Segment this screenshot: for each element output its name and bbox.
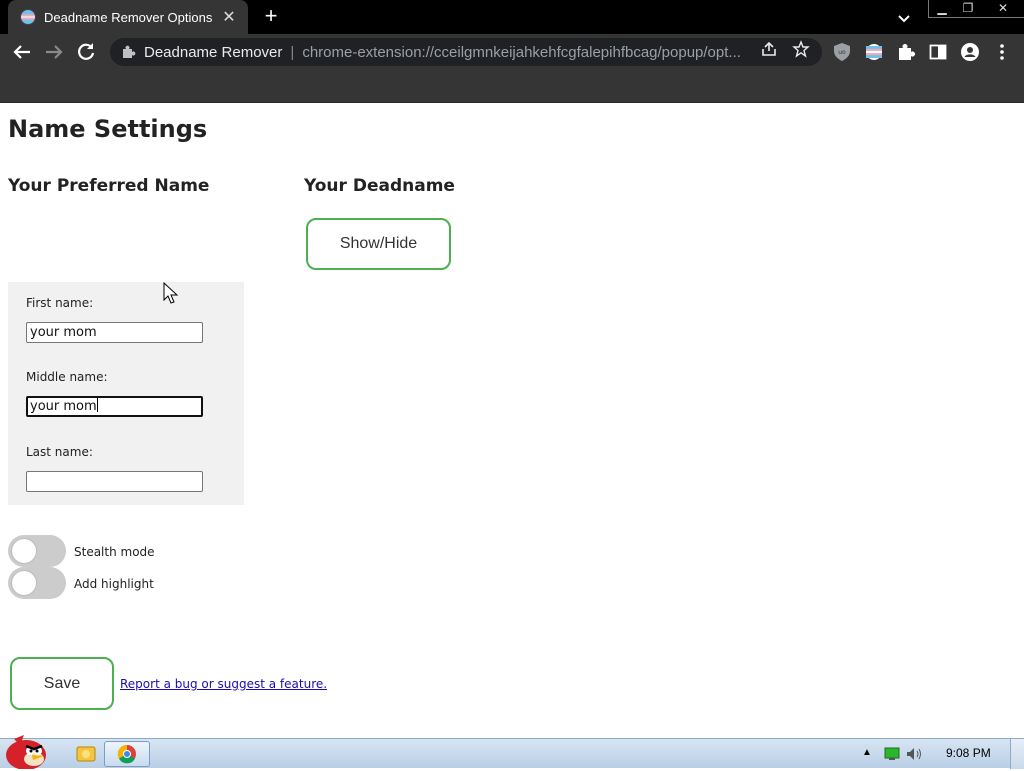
tray-expand-icon[interactable]: ▲: [862, 747, 872, 758]
bookmarks-bar: [0, 70, 1024, 103]
volume-icon[interactable]: [906, 747, 924, 761]
windows-taskbar: ▲ 9:08 PM: [0, 735, 1024, 769]
svg-text:uo: uo: [838, 49, 846, 56]
window-controls: ▁ ❐ ✕: [928, 0, 1024, 18]
restore-button[interactable]: ❐: [955, 0, 981, 17]
options-page: Name Settings Your Preferred Name Your D…: [0, 103, 1024, 738]
chrome-taskbar-button[interactable]: [104, 741, 150, 767]
browser-toolbar: Deadname Remover | chrome-extension://cc…: [0, 34, 1024, 70]
show-hide-button[interactable]: Show/Hide: [306, 218, 451, 270]
report-bug-link[interactable]: Report a bug or suggest a feature.: [120, 677, 327, 691]
side-panel-icon[interactable]: [928, 42, 948, 62]
middle-name-input[interactable]: your mom: [26, 396, 203, 417]
tab-close-icon[interactable]: ✕: [220, 7, 238, 27]
preferred-name-heading: Your Preferred Name: [8, 176, 210, 196]
bookmark-star-icon[interactable]: [792, 40, 810, 58]
stealth-mode-toggle[interactable]: [8, 535, 66, 567]
forward-arrow-icon[interactable]: [42, 40, 66, 64]
ublock-shield-icon[interactable]: uo: [832, 42, 852, 62]
site-name: Deadname Remover: [144, 43, 283, 61]
add-highlight-toggle[interactable]: [8, 567, 66, 599]
close-window-button[interactable]: ✕: [981, 0, 1024, 17]
save-button[interactable]: Save: [10, 657, 114, 710]
deadname-heading: Your Deadname: [304, 176, 455, 196]
explorer-folder-icon[interactable]: [66, 741, 106, 767]
profile-avatar-icon[interactable]: [960, 42, 980, 62]
share-icon[interactable]: [760, 40, 778, 58]
trans-flag-favicon-icon: [20, 9, 36, 25]
page-title: Name Settings: [8, 115, 208, 143]
last-name-input[interactable]: [26, 471, 203, 492]
middle-name-label: Middle name:: [26, 370, 108, 384]
first-name-value: your mom: [30, 325, 97, 340]
stealth-mode-label: Stealth mode: [74, 545, 155, 559]
first-name-input[interactable]: your mom: [26, 322, 203, 343]
menu-kebab-icon[interactable]: [992, 42, 1012, 62]
toggle-knob: [11, 538, 37, 564]
tab-strip: Deadname Remover Options ✕ + ▁ ❐ ✕: [0, 0, 1024, 34]
minimize-button[interactable]: ▁: [929, 0, 955, 17]
text-caret: [96, 398, 98, 412]
last-name-label: Last name:: [26, 445, 93, 459]
toggle-knob: [11, 570, 37, 596]
url-separator: |: [290, 43, 295, 61]
extension-puzzle-icon: [123, 45, 136, 58]
tab-title: Deadname Remover Options: [44, 9, 213, 25]
address-bar[interactable]: Deadname Remover | chrome-extension://cc…: [110, 38, 822, 66]
url-text: chrome-extension://cceilgmnkeijahkehfcgf…: [302, 43, 741, 61]
start-angry-bird-icon[interactable]: [0, 729, 54, 769]
network-icon[interactable]: [884, 747, 900, 761]
add-highlight-label: Add highlight: [74, 577, 154, 591]
new-tab-button[interactable]: +: [258, 4, 284, 30]
mouse-pointer-icon: [163, 282, 179, 304]
browser-tab[interactable]: Deadname Remover Options ✕: [8, 0, 248, 34]
chrome-icon: [117, 744, 136, 764]
middle-name-value: your mom: [30, 399, 97, 414]
extensions-puzzle-icon[interactable]: [896, 42, 916, 62]
back-arrow-icon[interactable]: [10, 40, 34, 64]
show-desktop-button[interactable]: [1010, 739, 1024, 769]
taskbar-clock[interactable]: 9:08 PM: [946, 746, 991, 760]
preferred-name-form: First name: your mom Middle name: your m…: [8, 282, 244, 505]
reload-icon[interactable]: [74, 40, 98, 64]
first-name-label: First name:: [26, 296, 94, 310]
tab-search-chevron-icon[interactable]: [894, 8, 914, 28]
trans-flag-extension-icon[interactable]: [864, 42, 884, 62]
